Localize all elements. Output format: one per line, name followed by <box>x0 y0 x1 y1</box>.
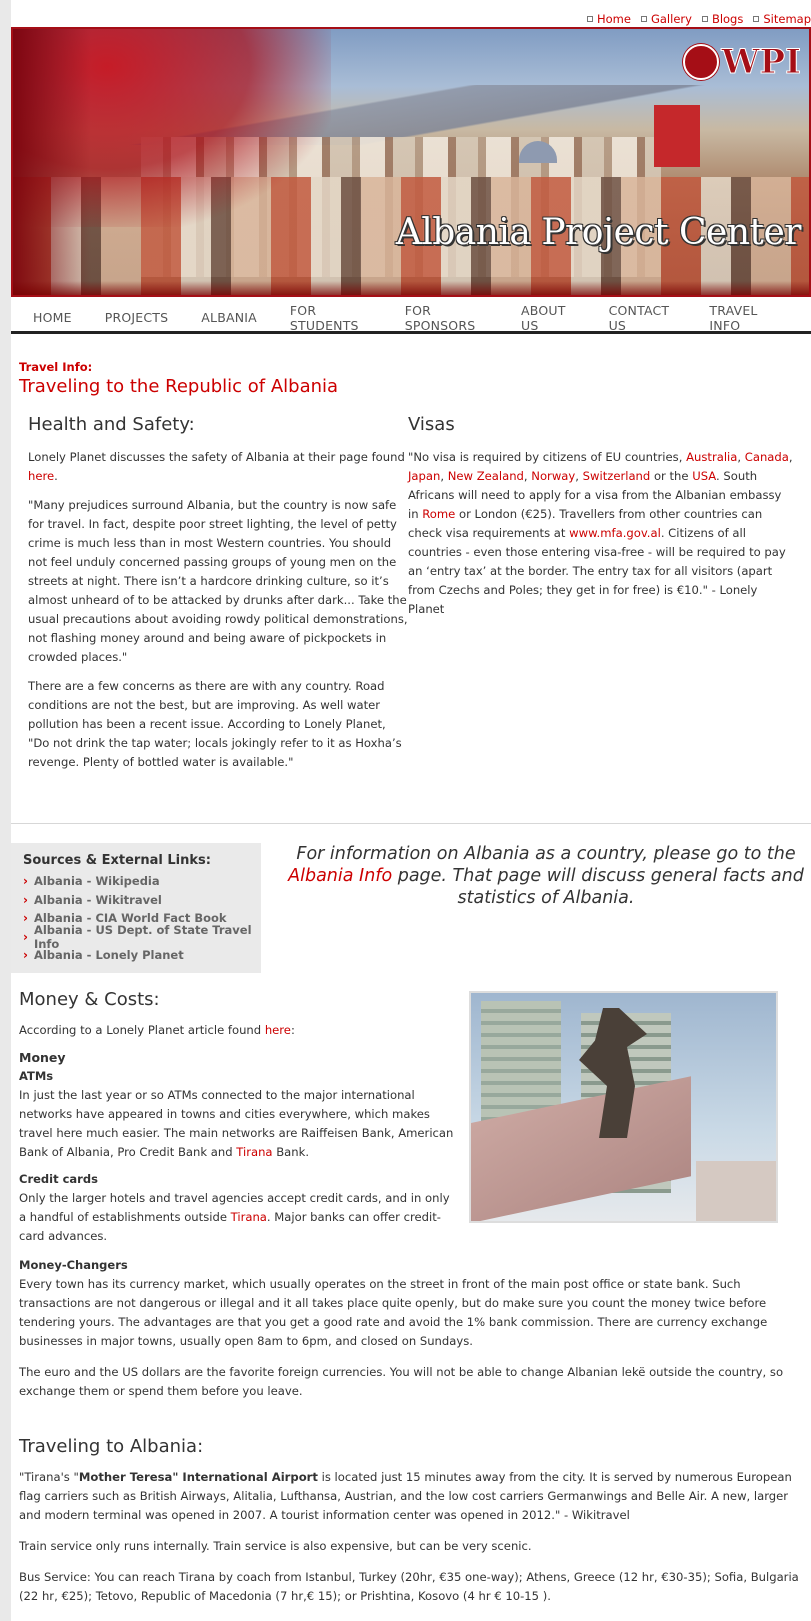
chevron-right-icon: › <box>23 874 28 889</box>
health-intro: Lonely Planet discusses the safety of Al… <box>28 450 405 483</box>
chevron-right-icon: › <box>23 929 28 944</box>
nav-projects[interactable]: PROJECTS <box>105 310 169 325</box>
banner-title: Albania Project Center <box>395 212 802 253</box>
chevron-right-icon: › <box>23 892 28 907</box>
nav-home[interactable]: HOME <box>33 310 72 325</box>
top-link-gallery[interactable]: Gallery <box>640 10 692 28</box>
page-title: Traveling to the Republic of Albania <box>19 376 339 397</box>
nav-about-us[interactable]: ABOUT US <box>521 303 576 333</box>
money-intro: According to a Lonely Planet article fou… <box>19 1023 295 1037</box>
bullet-icon <box>701 16 708 22</box>
header-banner: WPI Albania Project Center <box>11 27 811 297</box>
train-text: Train service only runs internally. Trai… <box>19 1539 532 1553</box>
link-japan[interactable]: Japan <box>408 469 440 483</box>
sources-heading: Sources & External Links: <box>23 853 211 868</box>
link-canada[interactable]: Canada <box>745 450 789 464</box>
albania-info-note: For information on Albania as a country,… <box>288 844 804 908</box>
nav-for-sponsors[interactable]: FOR SPONSORS <box>405 303 488 333</box>
top-links: Home Gallery Blogs Sitemap <box>579 8 811 28</box>
credit-text: Only the larger hotels and travel agenci… <box>19 1191 450 1243</box>
nav-travel-info[interactable]: TRAVEL INFO <box>709 303 778 333</box>
health-concerns: There are a few concerns as there are wi… <box>28 679 402 769</box>
link-usa[interactable]: USA <box>692 469 716 483</box>
chevron-right-icon: › <box>23 911 28 926</box>
source-link[interactable]: › Albania - Wikipedia <box>23 872 261 891</box>
top-link-home[interactable]: Home <box>587 10 631 28</box>
page: Home Gallery Blogs Sitemap WPI Albania P… <box>11 0 811 1621</box>
nav-albania[interactable]: ALBANIA <box>201 310 257 325</box>
money-here-link[interactable]: here <box>265 1023 291 1037</box>
lonely-planet-link[interactable]: here <box>28 469 54 483</box>
travel-section: Traveling to Albania: "Tirana's "Mother … <box>19 1437 804 1618</box>
bus-text: Bus Service: You can reach Tirana by coa… <box>19 1570 799 1603</box>
divider <box>11 823 811 824</box>
top-link-blogs[interactable]: Blogs <box>701 10 743 28</box>
changers-text: Every town has its currency market, whic… <box>19 1277 768 1348</box>
visas-text: "No visa is required by citizens of EU c… <box>408 450 793 616</box>
wpi-logo[interactable]: WPI <box>683 42 801 83</box>
link-australia[interactable]: Australia <box>686 450 737 464</box>
source-link[interactable]: › Albania - Wikitravel <box>23 891 261 910</box>
travel-heading: Traveling to Albania: <box>19 1436 204 1457</box>
top-link-sitemap[interactable]: Sitemap <box>753 10 811 28</box>
breadcrumb: Travel Info: <box>19 360 93 374</box>
main-nav: HOME PROJECTS ALBANIA FOR STUDENTS FOR S… <box>11 303 811 334</box>
link-new-zealand[interactable]: New Zealand <box>448 469 524 483</box>
bullet-icon <box>587 16 593 22</box>
tirana-link[interactable]: Tirana <box>231 1210 267 1224</box>
tirana-link[interactable]: Tirana <box>236 1145 272 1159</box>
visas-heading: Visas <box>408 414 455 435</box>
health-heading: Health and Safety: <box>28 414 195 435</box>
health-section: Health and Safety: Lonely Planet discuss… <box>28 415 408 782</box>
changers-subheading: Money-Changers <box>19 1258 128 1272</box>
bullet-icon <box>753 16 760 22</box>
money-heading: Money & Costs: <box>19 989 160 1010</box>
chevron-right-icon: › <box>23 948 28 963</box>
euro-text: The euro and the US dollars are the favo… <box>19 1365 784 1398</box>
health-quote: "Many prejudices surround Albania, but t… <box>28 498 408 664</box>
sources-box: Sources & External Links: › Albania - Wik… <box>11 843 261 973</box>
nav-contact-us[interactable]: CONTACT US <box>609 303 677 333</box>
money-subheading: Money <box>19 1050 66 1065</box>
source-link[interactable]: › Albania - US Dept. of State Travel Info <box>23 923 261 951</box>
albania-info-link[interactable]: Albania Info <box>288 866 392 886</box>
seal-icon <box>683 44 720 80</box>
money-section: Money & Costs: According to a Lonely Pla… <box>19 990 804 1409</box>
link-switzerland[interactable]: Switzerland <box>583 469 651 483</box>
bullet-icon <box>640 16 647 22</box>
atms-text: In just the last year or so ATMs connect… <box>19 1088 454 1159</box>
airport-text: "Tirana's "Mother Teresa" International … <box>19 1470 792 1522</box>
link-mfa[interactable]: www.mfa.gov.al <box>569 526 661 540</box>
credit-subheading: Credit cards <box>19 1172 98 1186</box>
visas-section: Visas "No visa is required by citizens o… <box>408 415 793 629</box>
nav-for-students[interactable]: FOR STUDENTS <box>290 303 372 333</box>
link-norway[interactable]: Norway <box>531 469 575 483</box>
atms-subheading: ATMs <box>19 1069 54 1083</box>
link-rome[interactable]: Rome <box>422 507 455 521</box>
